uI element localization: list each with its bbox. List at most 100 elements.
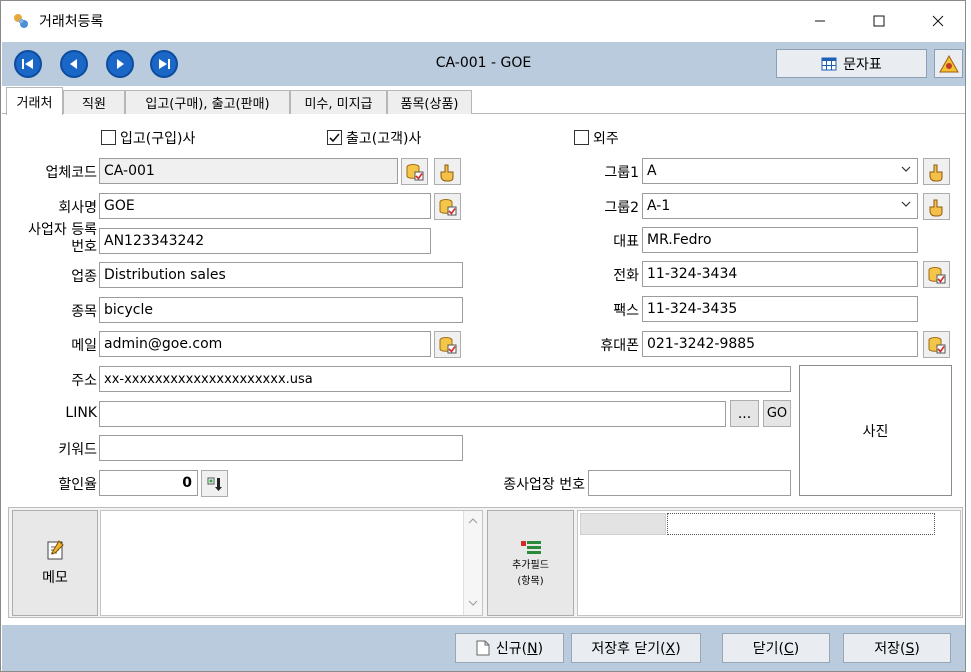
industry-field[interactable]: Distribution sales <box>99 262 463 288</box>
group2-pick-button[interactable] <box>923 193 950 220</box>
item-label: 종목 <box>71 304 97 320</box>
chevron-down-icon <box>901 166 911 172</box>
outsource-checkbox[interactable] <box>574 130 589 145</box>
database-check-icon <box>406 163 423 180</box>
toolbar: CA-001 - GOE 문자표 <box>2 42 965 86</box>
code-label: 업체코드 <box>45 165 97 181</box>
minimize-button[interactable] <box>797 1 843 41</box>
photo-box[interactable]: 사진 <box>799 365 952 496</box>
company-label: 회사명 <box>58 200 97 216</box>
tab-in-out[interactable]: 입고(구매), 출고(판매) <box>125 90 290 114</box>
chevron-up-icon <box>468 518 478 524</box>
extra-grid-cell[interactable] <box>667 513 935 535</box>
outsource-checkbox-label: 외주 <box>593 131 619 147</box>
code-pick-button[interactable] <box>434 158 461 185</box>
mobile-field[interactable]: 021-3242-9885 <box>642 331 918 357</box>
new-label: 신규(N) <box>495 641 544 657</box>
link-browse-button[interactable]: ... <box>730 400 759 427</box>
new-document-icon <box>476 640 490 656</box>
email-label: 메일 <box>71 338 97 354</box>
discount-apply-button[interactable] <box>201 470 228 497</box>
bizno-field[interactable]: AN123343242 <box>99 228 431 254</box>
discount-field[interactable]: 0 <box>99 470 198 496</box>
save-close-button[interactable]: 저장후 닫기(X) <box>571 633 701 663</box>
grid-table-icon <box>821 57 837 70</box>
close-dialog-button[interactable]: 닫기(C) <box>722 633 830 663</box>
group1-value: A <box>647 163 657 179</box>
group1-select[interactable]: A <box>642 158 918 184</box>
email-field[interactable]: admin@goe.com <box>99 331 431 357</box>
database-check-icon <box>928 266 945 283</box>
company-field[interactable]: GOE <box>99 193 431 219</box>
group2-value: A-1 <box>647 198 671 214</box>
code-lookup-button[interactable] <box>401 158 428 185</box>
branch-field[interactable] <box>588 470 791 496</box>
check-icon <box>329 133 340 143</box>
memo-scrollbar[interactable] <box>463 511 482 615</box>
tab-staff[interactable]: 직원 <box>63 90 125 114</box>
phone-lookup-button[interactable] <box>923 261 950 288</box>
customer-checkbox-label: 출고(고객)사 <box>346 131 422 147</box>
extra-field-button[interactable]: 추가필드 (항목) <box>487 510 574 616</box>
discount-label: 할인율 <box>58 477 97 493</box>
address-label: 주소 <box>71 373 97 389</box>
help-button[interactable] <box>934 49 963 78</box>
bizno-label-line2: 번호 <box>71 239 97 255</box>
title-bar[interactable]: 거래처등록 <box>1 1 965 41</box>
bizno-label-line1: 사업자 등록 <box>28 222 97 238</box>
group1-label: 그룹1 <box>604 165 639 181</box>
mobile-lookup-button[interactable] <box>923 331 950 358</box>
charmap-label: 문자표 <box>843 56 882 73</box>
add-field-icon <box>520 541 541 554</box>
purchase-checkbox[interactable] <box>101 130 116 145</box>
new-button[interactable]: 신규(N) <box>455 633 564 663</box>
app-icon <box>12 12 30 30</box>
link-label: LINK <box>65 405 97 421</box>
ceo-field[interactable]: MR.Fedro <box>642 227 918 253</box>
industry-label: 업종 <box>71 269 97 285</box>
group2-label: 그룹2 <box>604 200 639 216</box>
fax-field[interactable]: 11-324-3435 <box>642 296 918 322</box>
memo-button[interactable]: 메모 <box>12 510 98 616</box>
database-check-icon <box>928 336 945 353</box>
tab-items[interactable]: 품목(상품) <box>387 90 472 114</box>
keyword-label: 키워드 <box>58 442 97 458</box>
code-field[interactable]: CA-001 <box>99 158 398 184</box>
purchase-checkbox-label: 입고(구입)사 <box>120 131 196 147</box>
tab-receivables[interactable]: 미수, 미지급 <box>290 90 387 114</box>
link-field[interactable] <box>99 401 726 427</box>
extra-grid-header-cell <box>580 513 666 535</box>
help-icon <box>938 54 959 72</box>
keyword-field[interactable] <box>99 435 463 461</box>
customer-checkbox[interactable] <box>327 130 342 145</box>
close-button[interactable] <box>915 1 961 41</box>
group2-select[interactable]: A-1 <box>642 193 918 219</box>
item-field[interactable]: bicycle <box>99 297 463 323</box>
arrow-down-right-icon <box>207 477 222 491</box>
company-lookup-button[interactable] <box>434 193 461 220</box>
memo-icon <box>47 540 64 560</box>
hand-pointer-icon <box>440 164 453 181</box>
phone-field[interactable]: 11-324-3434 <box>642 261 918 287</box>
bizno-label: 사업자 등록 번호 <box>11 222 97 256</box>
close-label: 닫기(C) <box>752 641 800 657</box>
extra-field-label-2: (항목) <box>517 576 544 587</box>
memo-textarea[interactable] <box>100 510 483 616</box>
footer-bar: 신규(N) 저장후 닫기(X) 닫기(C) 저장(S) <box>2 625 965 671</box>
tab-customer[interactable]: 거래처 <box>6 87 63 115</box>
email-lookup-button[interactable] <box>434 331 461 358</box>
memo-button-label: 메모 <box>42 570 68 586</box>
mobile-label: 휴대폰 <box>600 338 639 354</box>
ceo-label: 대표 <box>613 234 639 250</box>
save-button[interactable]: 저장(S) <box>843 633 951 663</box>
database-check-icon <box>439 336 456 353</box>
chevron-down-icon <box>468 600 478 606</box>
charmap-button[interactable]: 문자표 <box>776 49 927 78</box>
extra-field-label-1: 추가필드 <box>512 560 549 571</box>
address-field[interactable]: xx-xxxxxxxxxxxxxxxxxxxxx.usa <box>99 366 791 392</box>
extra-field-grid[interactable] <box>577 510 961 616</box>
chevron-down-icon <box>901 201 911 207</box>
link-go-button[interactable]: GO <box>763 400 791 427</box>
group1-pick-button[interactable] <box>923 158 950 185</box>
maximize-button[interactable] <box>856 1 902 41</box>
